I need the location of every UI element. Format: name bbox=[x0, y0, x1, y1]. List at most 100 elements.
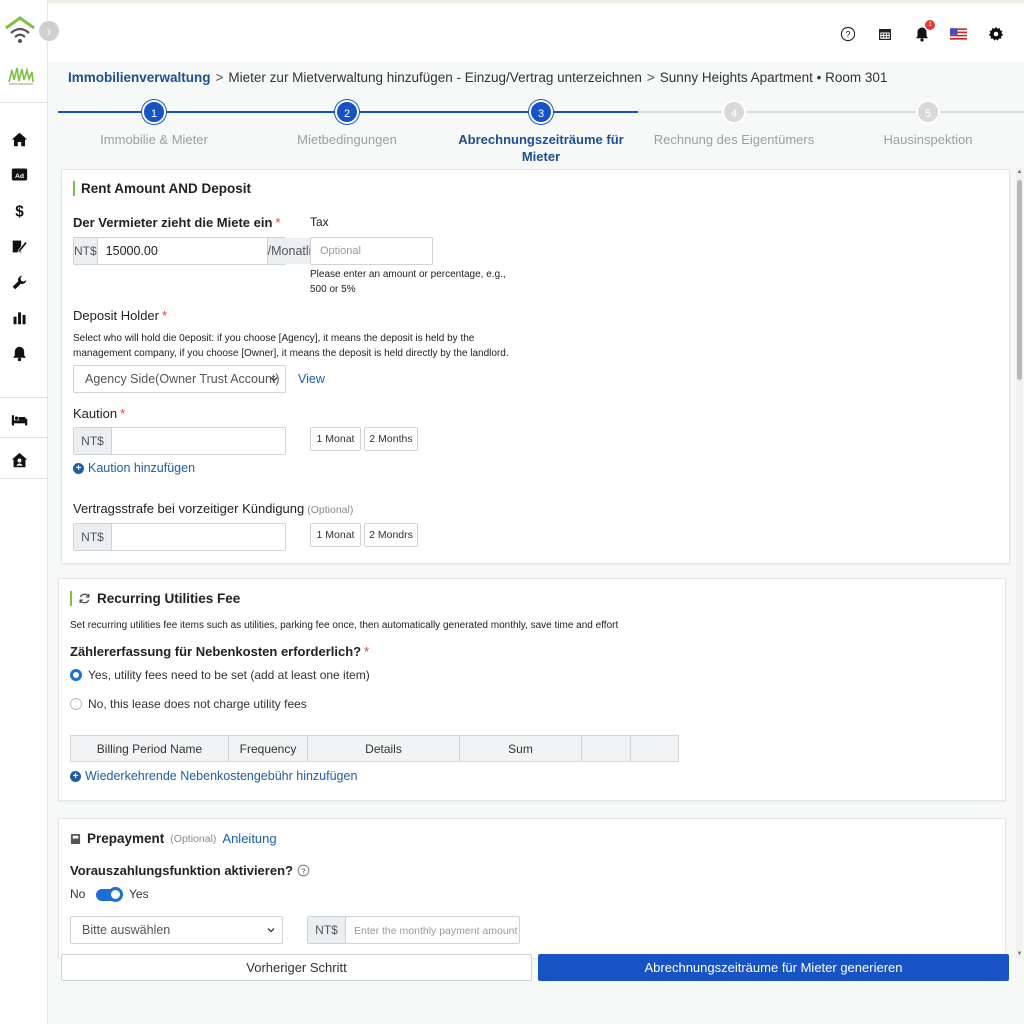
kaution-input-group: NT$ bbox=[73, 427, 286, 455]
calendar-icon[interactable] bbox=[876, 25, 893, 42]
utility-yes-label: Yes, utility fees need to be set (add at… bbox=[88, 668, 370, 682]
table-header-empty-1 bbox=[582, 736, 631, 761]
meter-required-label: Zählererfassung für Nebenkosten erforder… bbox=[70, 644, 369, 659]
breadcrumb: Immobilienverwaltung > Mieter zur Mietverw… bbox=[68, 70, 887, 85]
ad-icon[interactable]: Ad bbox=[9, 164, 29, 184]
penalty-2-months-button[interactable]: 2 Mondrs bbox=[364, 523, 418, 547]
deposit-holder-label-text: Deposit Holder bbox=[73, 308, 159, 323]
penalty-label-text: Vertragsstrafe bei vorzeitiger Kündigung bbox=[73, 501, 305, 516]
kaution-currency-addon: NT$ bbox=[74, 428, 112, 454]
page-scrollbar[interactable]: ▲ ▼ bbox=[1016, 168, 1023, 958]
toggle-yes-wrapper: Yes bbox=[129, 887, 149, 901]
top-bar: ? 1 bbox=[48, 0, 1024, 62]
step-5[interactable]: 5 Hausinspektion bbox=[828, 100, 1024, 148]
step-1-circle: 1 bbox=[142, 100, 166, 124]
step-3[interactable]: 3 Abrechnungszeiträume für Mieter bbox=[441, 100, 641, 165]
landlord-rent-label-text: Der Vermieter zieht die Miete ein bbox=[73, 215, 273, 230]
sidebar-divider bbox=[0, 437, 48, 438]
add-recurring-utility-button[interactable]: + Wiederkehrende Nebenkostengebühr hinzu… bbox=[70, 769, 357, 783]
utilities-title: Recurring Utilities Fee bbox=[70, 591, 240, 606]
breadcrumb-separator: > bbox=[646, 70, 655, 85]
prepayment-amount-input-group: NT$ bbox=[307, 916, 520, 944]
bell-icon[interactable] bbox=[9, 343, 29, 363]
dollar-icon[interactable]: $ bbox=[9, 200, 29, 220]
step-1[interactable]: 1 Immobilie & Mieter bbox=[54, 100, 254, 148]
add-kaution-button[interactable]: + Kaution hinzufügen bbox=[73, 461, 195, 475]
penalty-1-month-button[interactable]: 1 Monat bbox=[310, 523, 361, 547]
prepayment-activate-label-text: Vorauszahlungsfunktion aktivieren? bbox=[70, 863, 293, 878]
breadcrumb-separator: > bbox=[215, 70, 224, 85]
rent-deposit-card: Rent Amount AND Deposit Der Vermieter zi… bbox=[61, 169, 1010, 564]
utilities-title-text: Recurring Utilities Fee bbox=[97, 591, 241, 606]
step-2-circle: 2 bbox=[335, 100, 359, 124]
required-asterisk: * bbox=[275, 215, 281, 230]
help-icon[interactable]: ? bbox=[839, 25, 856, 42]
utility-yes-option[interactable]: Yes, utility fees need to be set (add at… bbox=[70, 668, 370, 682]
tax-hint: Please enter an amount or percentage, e.… bbox=[310, 269, 506, 295]
scrollbar-thumb[interactable] bbox=[1017, 180, 1022, 380]
deposit-holder-select[interactable]: Agency Side(Owner Trust Account) bbox=[73, 365, 286, 393]
contract-sign-icon[interactable] bbox=[9, 236, 29, 256]
step-1-label: Immobilie & Mieter bbox=[100, 132, 208, 147]
kaution-2-months-button[interactable]: 2 Months bbox=[364, 427, 418, 451]
section-accent-bar bbox=[73, 181, 75, 196]
step-3-circle: 3 bbox=[529, 100, 553, 124]
generate-billing-periods-button[interactable]: Abrechnungszeiträume für Mieter generier… bbox=[538, 954, 1009, 981]
notification-bell-icon[interactable]: 1 bbox=[913, 20, 935, 42]
breadcrumb-item-add-tenant[interactable]: Mieter zur Mietverwaltung hinzufügen - E… bbox=[228, 70, 641, 85]
table-header-frequency: Frequency bbox=[229, 736, 308, 761]
refresh-icon bbox=[79, 593, 90, 604]
section-accent-bar bbox=[70, 591, 72, 606]
utility-no-option[interactable]: No, this lease does not charge utility f… bbox=[70, 697, 307, 711]
required-asterisk: * bbox=[364, 644, 370, 659]
wrench-icon[interactable] bbox=[9, 272, 29, 292]
step-2[interactable]: 2 Mietbedingungen bbox=[247, 100, 447, 148]
scroll-down-arrow-icon[interactable]: ▼ bbox=[1016, 950, 1023, 958]
prepayment-optional-tag: (Optional) bbox=[170, 832, 217, 845]
step-4[interactable]: 4 Rechnung des Eigentümers bbox=[634, 100, 834, 148]
penalty-optional-tag: (Optional) bbox=[307, 504, 354, 516]
toggle-no-label: No bbox=[70, 887, 86, 901]
bar-chart-icon[interactable] bbox=[9, 307, 29, 327]
home-icon[interactable] bbox=[9, 129, 29, 149]
expand-sidebar-chevron-icon[interactable]: › bbox=[39, 21, 59, 41]
bed-icon[interactable] bbox=[9, 409, 29, 429]
tax-input[interactable] bbox=[310, 237, 433, 265]
prepayment-currency-addon: NT$ bbox=[308, 917, 346, 943]
plus-circle-icon: + bbox=[73, 462, 84, 474]
table-header-sum: Sum bbox=[460, 736, 582, 761]
help-circle-icon[interactable]: ? bbox=[297, 864, 310, 877]
home-wifi-logo-icon[interactable] bbox=[4, 14, 36, 46]
brand-mark-icon bbox=[6, 60, 36, 90]
step-4-circle: 4 bbox=[722, 100, 746, 124]
sidebar: Ad $ bbox=[0, 0, 48, 1024]
prepayment-amount-input[interactable] bbox=[346, 917, 519, 943]
kaution-input[interactable] bbox=[112, 428, 285, 454]
svg-text:?: ? bbox=[845, 29, 850, 39]
utility-no-label: No, this lease does not charge utility f… bbox=[88, 697, 307, 711]
house-user-icon[interactable] bbox=[9, 450, 29, 470]
radio-checked[interactable] bbox=[70, 669, 82, 681]
breadcrumb-link-property-management[interactable]: Immobilienverwaltung bbox=[68, 70, 211, 85]
settings-gear-icon[interactable] bbox=[987, 25, 1004, 42]
scroll-up-arrow-icon[interactable]: ▲ bbox=[1016, 168, 1023, 176]
prepayment-guide-link[interactable]: Anleitung bbox=[222, 831, 276, 846]
prepayment-title: Prepayment (Optional) Anleitung bbox=[70, 831, 277, 846]
penalty-input[interactable] bbox=[112, 524, 285, 550]
kaution-1-month-button[interactable]: 1 Monat bbox=[310, 427, 361, 451]
radio-unchecked[interactable] bbox=[70, 698, 82, 710]
prepayment-activate-label: Vorauszahlungsfunktion aktivieren? ? bbox=[70, 863, 310, 878]
us-flag-language-icon[interactable] bbox=[950, 25, 967, 42]
rent-amount-input[interactable] bbox=[97, 238, 267, 264]
table-header-empty-2 bbox=[631, 736, 678, 761]
step-5-circle: 5 bbox=[916, 100, 940, 124]
tax-label: Tax bbox=[310, 215, 329, 229]
view-deposit-link[interactable]: View bbox=[298, 372, 325, 386]
prepayment-select-value: Bitte auswählen bbox=[82, 923, 171, 937]
required-asterisk: * bbox=[120, 406, 126, 421]
prepayment-toggle-switch[interactable] bbox=[96, 887, 123, 902]
previous-step-button[interactable]: Vorheriger Schritt bbox=[61, 954, 532, 981]
breadcrumb-item-current-room: Sunny Heights Apartment • Room 301 bbox=[659, 70, 888, 85]
prepayment-type-select[interactable]: Bitte auswählen bbox=[70, 916, 283, 944]
progress-stepper: 1 Immobilie & Mieter 2 Mietbedingungen 3… bbox=[58, 97, 1024, 167]
